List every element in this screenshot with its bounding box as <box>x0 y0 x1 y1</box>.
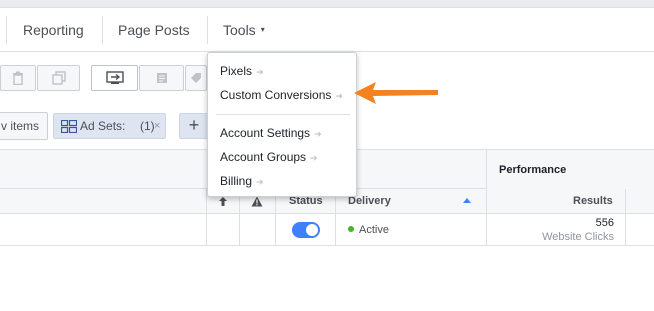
caret-down-icon: ▾ <box>260 25 265 35</box>
column-divider <box>625 189 626 213</box>
tag-button[interactable] <box>185 65 207 91</box>
top-nav: Reporting Page Posts Tools ▾ <box>0 8 654 52</box>
performance-group: Performance <box>486 150 654 190</box>
menu-item-label: Account Settings <box>220 126 311 140</box>
menu-item-label: Billing <box>220 174 253 188</box>
nav-tools-label: Tools <box>223 22 256 38</box>
arrow-right-icon: ➔ <box>256 67 264 77</box>
nav-divider <box>207 16 208 44</box>
callout-arrow-icon <box>354 82 438 104</box>
menu-item-label: Account Groups <box>220 150 307 164</box>
arrow-right-icon: ➔ <box>310 153 318 163</box>
active-status-dot <box>348 226 354 232</box>
column-results[interactable]: Results <box>573 189 613 214</box>
menu-item-account-settings[interactable]: Account Settings ➔ <box>220 124 322 142</box>
column-divider <box>625 214 626 245</box>
adset-chip-label: Ad Sets: <box>80 119 126 133</box>
menu-item-billing[interactable]: Billing ➔ <box>220 172 264 190</box>
menu-item-label: Custom Conversions <box>220 88 332 102</box>
column-divider <box>206 214 207 245</box>
menu-item-label: Pixels <box>220 64 253 78</box>
adset-filter-chip[interactable]: Ad Sets: (1) × <box>53 113 166 139</box>
notes-button[interactable] <box>139 65 184 91</box>
duplicate-button[interactable] <box>37 65 80 91</box>
menu-item-custom-conversions[interactable]: Custom Conversions ➔ <box>220 86 343 104</box>
arrow-right-icon: ➔ <box>256 177 264 187</box>
column-divider <box>275 214 276 245</box>
performance-group-title: Performance <box>499 164 567 176</box>
warning-icon[interactable] <box>251 196 263 207</box>
nav-reporting[interactable]: Reporting <box>23 8 84 52</box>
column-divider <box>239 214 240 245</box>
nav-page-posts[interactable]: Page Posts <box>118 8 190 52</box>
menu-item-account-groups[interactable]: Account Groups ➔ <box>220 148 318 166</box>
edit-button[interactable] <box>91 65 138 91</box>
grid-icon <box>61 120 77 133</box>
upload-icon[interactable] <box>218 196 228 207</box>
delete-button[interactable] <box>0 65 36 91</box>
results-value: 556 <box>595 217 614 229</box>
results-type: Website Clicks <box>542 231 614 243</box>
menu-separator <box>216 114 350 115</box>
arrow-right-icon: ➔ <box>314 129 322 139</box>
toggle-knob <box>306 224 318 236</box>
menu-item-pixels[interactable]: Pixels ➔ <box>220 62 264 80</box>
arrow-right-icon: ➔ <box>335 91 343 101</box>
nav-divider <box>6 16 7 44</box>
edit-icon <box>105 71 124 84</box>
notes-icon <box>156 73 167 83</box>
sort-ascending-icon[interactable] <box>463 198 471 203</box>
column-divider <box>486 214 487 245</box>
delivery-status: Active <box>359 224 389 236</box>
column-divider <box>486 189 487 213</box>
view-items-button[interactable]: v items <box>0 112 49 140</box>
nav-tools[interactable]: Tools ▾ <box>223 8 265 52</box>
status-toggle[interactable] <box>292 222 320 238</box>
column-divider <box>335 214 336 245</box>
tools-dropdown-menu: Pixels ➔ Custom Conversions ➔ Account Sett… <box>207 52 357 197</box>
duplicate-icon <box>51 71 66 85</box>
tag-icon <box>191 73 201 83</box>
nav-divider <box>102 16 103 44</box>
table-row[interactable]: Active 556 Website Clicks <box>0 214 654 246</box>
delete-icon <box>13 71 23 85</box>
close-icon[interactable]: × <box>154 114 160 138</box>
adset-chip-count: (1) <box>140 119 155 133</box>
top-strip <box>0 0 654 8</box>
add-filter-button[interactable]: + <box>179 113 209 139</box>
